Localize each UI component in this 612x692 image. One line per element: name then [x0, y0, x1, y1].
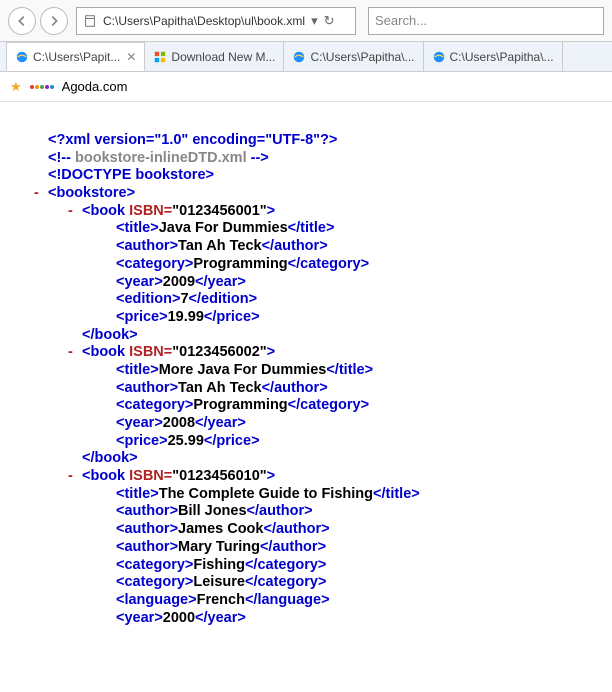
arrow-left-icon [15, 14, 29, 28]
address-text: C:\Users\Papitha\Desktop\ul\book.xml [103, 14, 305, 28]
tab-label: C:\Users\Papitha\... [310, 50, 414, 64]
file-icon [83, 14, 97, 28]
tab-bar: C:\Users\Papit... ✕ Download New M... C:… [0, 42, 612, 72]
ms-store-icon [153, 50, 167, 64]
collapse-toggle[interactable]: - [34, 185, 48, 203]
tab-0[interactable]: C:\Users\Papit... ✕ [6, 42, 145, 71]
chevron-down-icon[interactable]: ▾ [311, 13, 318, 29]
tab-1[interactable]: Download New M... [145, 42, 284, 71]
favorites-star-icon[interactable]: ★ [10, 79, 22, 95]
tab-3[interactable]: C:\Users\Papitha\... [424, 42, 563, 71]
tab-2[interactable]: C:\Users\Papitha\... [284, 42, 423, 71]
ie-icon [432, 50, 446, 64]
back-button[interactable] [8, 7, 36, 35]
tab-label: Download New M... [171, 50, 275, 64]
address-toolbar: C:\Users\Papitha\Desktop\ul\book.xml ▾ ↻… [0, 0, 612, 42]
arrow-right-icon [47, 14, 61, 28]
collapse-toggle[interactable]: - [68, 344, 82, 362]
tab-label: C:\Users\Papit... [33, 50, 120, 64]
favorites-bar: ★ Agoda.com [0, 72, 612, 102]
collapse-toggle[interactable]: - [68, 468, 82, 486]
ie-icon [292, 50, 306, 64]
tab-close-icon[interactable]: ✕ [126, 50, 136, 64]
search-input[interactable]: Search... [368, 7, 604, 35]
collapse-toggle[interactable]: - [68, 203, 82, 221]
refresh-button[interactable]: ↻ [324, 13, 335, 29]
xml-viewer: <?xml version="1.0" encoding="UTF-8"?> <… [0, 102, 612, 639]
favorites-link[interactable]: Agoda.com [62, 79, 128, 94]
agoda-icon [30, 85, 54, 89]
tab-label: C:\Users\Papitha\... [450, 50, 554, 64]
doctype: <!DOCTYPE bookstore> [48, 167, 214, 183]
address-bar[interactable]: C:\Users\Papitha\Desktop\ul\book.xml ▾ ↻ [76, 7, 356, 35]
xml-declaration: <?xml version="1.0" encoding="UTF-8"?> [48, 132, 337, 148]
forward-button[interactable] [40, 7, 68, 35]
ie-icon [15, 50, 29, 64]
